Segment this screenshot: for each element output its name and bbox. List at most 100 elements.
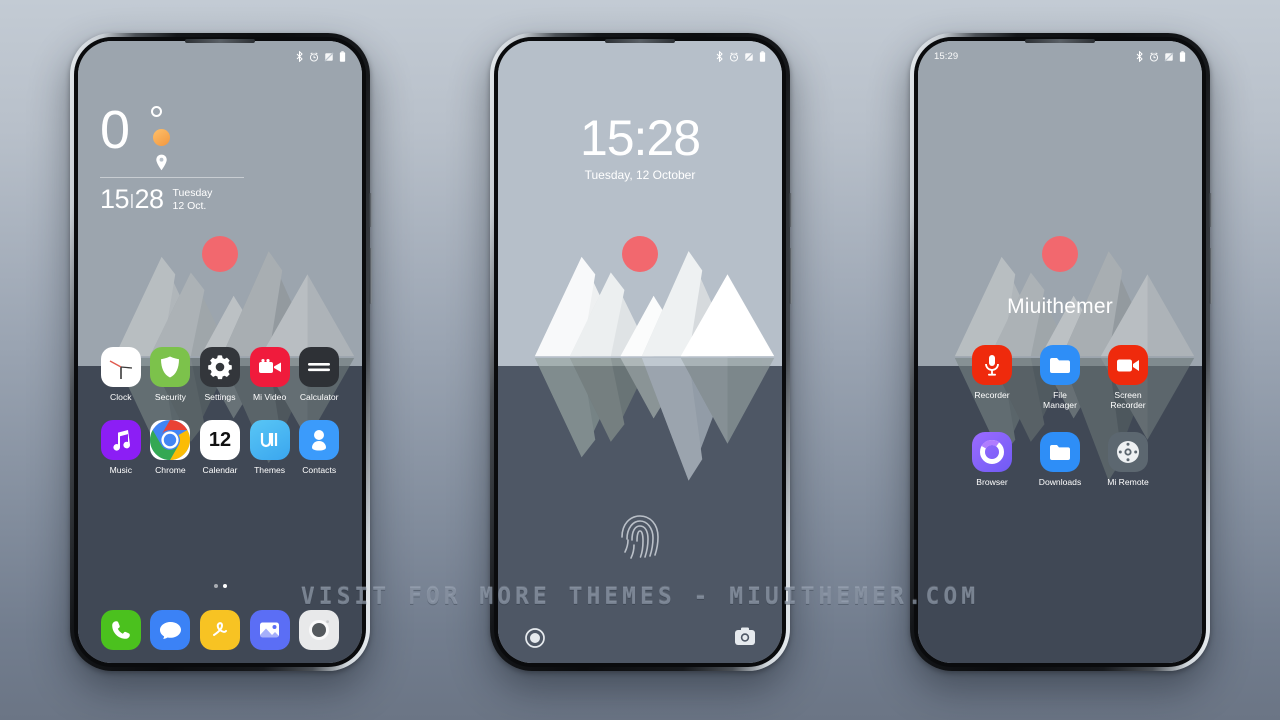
chat-bubble-icon[interactable] — [150, 610, 191, 650]
app-file-manager[interactable]: File Manager — [1026, 345, 1094, 410]
phone-2-bezel: 15:28 Tuesday, 12 October — [494, 37, 786, 667]
watermark-text: VISIT FOR MORE THEMES - MIUITHEMER.COM — [300, 584, 980, 610]
phone-2-status-bar — [498, 41, 782, 67]
status-icons — [296, 51, 346, 62]
widget-daymonth: 12 Oct. — [172, 200, 207, 212]
status-time: 15:29 — [934, 51, 959, 62]
app-label: Screen Recorder — [1110, 390, 1146, 410]
widget-hour: 15 — [100, 184, 130, 214]
app-themes[interactable]: Themes — [245, 420, 295, 475]
app-recorder[interactable]: Recorder — [958, 345, 1026, 410]
gear-icon — [199, 347, 240, 387]
camera-lens-icon[interactable] — [299, 610, 340, 650]
flashlight-icon[interactable] — [524, 627, 546, 649]
video-camera-icon — [1108, 345, 1148, 385]
app-label: Chrome — [155, 465, 186, 475]
app-security[interactable]: Security — [146, 347, 196, 402]
app-label: Contacts — [302, 465, 337, 475]
music-note-icon — [100, 420, 141, 460]
remote-control-icon — [1108, 432, 1148, 472]
no-signal-icon — [324, 51, 334, 62]
lockscreen-date: Tuesday, 12 October — [584, 168, 696, 182]
widget-minute: 28 — [134, 184, 164, 214]
phone-3-screen[interactable]: 15:29 Miuithemer Recorder File Manager S… — [918, 41, 1202, 663]
app-music[interactable]: Music — [96, 420, 146, 475]
sun-decoration — [1042, 236, 1078, 272]
calendar-icon: 12 — [199, 420, 240, 460]
folder-icon — [1040, 432, 1080, 472]
sun-decoration — [622, 236, 658, 272]
widget-time: 15|28 — [100, 184, 164, 219]
degree-symbol-icon — [151, 106, 162, 117]
earpiece-speaker — [605, 39, 675, 43]
app-downloads[interactable]: Downloads — [1026, 432, 1094, 487]
power-button[interactable] — [1209, 193, 1212, 227]
battery-icon — [1179, 51, 1186, 62]
alarm-icon — [309, 51, 319, 62]
app-contacts[interactable]: Contacts — [294, 420, 344, 475]
shield-icon — [150, 347, 191, 387]
volume-button[interactable] — [789, 248, 792, 304]
app-settings[interactable]: Settings — [195, 347, 245, 402]
phone-3-status-bar: 15:29 — [918, 41, 1202, 67]
status-icons — [716, 51, 766, 62]
app-clock[interactable]: Clock — [96, 347, 146, 402]
app-mi-video[interactable]: Mi Video — [245, 347, 295, 402]
phone-2: 15:28 Tuesday, 12 October — [490, 33, 792, 671]
browser-ring-icon — [972, 432, 1012, 472]
person-icon — [299, 420, 340, 460]
phone-1-status-bar — [78, 41, 362, 67]
scribble-icon[interactable] — [199, 610, 240, 650]
calendar-day-number: 12 — [208, 429, 232, 451]
power-button[interactable] — [369, 193, 372, 227]
folder-icon — [1040, 345, 1080, 385]
weather-clock-widget[interactable]: 0 15|28 Tuesday 12 Oct. — [100, 99, 250, 219]
lockscreen-clock: 15:28 Tuesday, 12 October — [498, 111, 782, 182]
widget-divider — [100, 177, 244, 178]
widget-weekday: Tuesday — [172, 187, 213, 199]
app-label: Recorder — [974, 390, 1010, 400]
fingerprint-icon[interactable] — [618, 511, 662, 563]
app-label: Security — [154, 392, 186, 402]
phone-1-screen[interactable]: 0 15|28 Tuesday 12 Oct. Clock Security S… — [78, 41, 362, 663]
sun-weather-icon — [153, 129, 170, 146]
phone-1-bezel: 0 15|28 Tuesday 12 Oct. Clock Security S… — [74, 37, 366, 667]
phone-3-bezel: 15:29 Miuithemer Recorder File Manager S… — [914, 37, 1206, 667]
app-label: Downloads — [1038, 477, 1082, 487]
microphone-icon — [972, 345, 1012, 385]
app-label: Mi Video — [252, 392, 287, 402]
calculator-icon — [299, 347, 340, 387]
app-label: Clock — [110, 392, 132, 402]
app-label: Browser — [976, 477, 1008, 487]
phone-3: 15:29 Miuithemer Recorder File Manager S… — [910, 33, 1212, 671]
volume-button[interactable] — [1209, 248, 1212, 304]
camera-icon[interactable] — [734, 627, 756, 646]
clock-icon — [100, 347, 141, 387]
app-screen-recorder[interactable]: Screen Recorder — [1094, 345, 1162, 410]
app-label: Calendar — [202, 465, 238, 475]
phone-1: 0 15|28 Tuesday 12 Oct. Clock Security S… — [70, 33, 372, 671]
chrome-icon — [150, 420, 191, 460]
app-label: Music — [109, 465, 133, 475]
alarm-icon — [1149, 51, 1159, 62]
temperature-value: 0 — [100, 100, 130, 160]
app-mi-remote[interactable]: Mi Remote — [1094, 432, 1162, 487]
location-pin-icon — [156, 154, 167, 171]
app-calendar[interactable]: 12 Calendar — [195, 420, 245, 475]
folder-app-grid: Recorder File Manager Screen Recorder Br… — [958, 345, 1162, 487]
app-browser[interactable]: Browser — [958, 432, 1026, 487]
alarm-icon — [729, 51, 739, 62]
app-chrome[interactable]: Chrome — [146, 420, 196, 475]
phone-handset-icon[interactable] — [100, 610, 141, 650]
widget-time-separator: | — [130, 192, 134, 209]
app-calculator[interactable]: Calculator — [294, 347, 344, 402]
power-button[interactable] — [789, 193, 792, 227]
no-signal-icon — [744, 51, 754, 62]
folder-title[interactable]: Miuithemer — [918, 295, 1202, 319]
phone-2-screen[interactable]: 15:28 Tuesday, 12 October — [498, 41, 782, 663]
volume-button[interactable] — [369, 248, 372, 304]
video-camera-icon — [249, 347, 290, 387]
photo-icon[interactable] — [249, 610, 290, 650]
home-dock — [96, 610, 344, 650]
earpiece-speaker — [1025, 39, 1095, 43]
